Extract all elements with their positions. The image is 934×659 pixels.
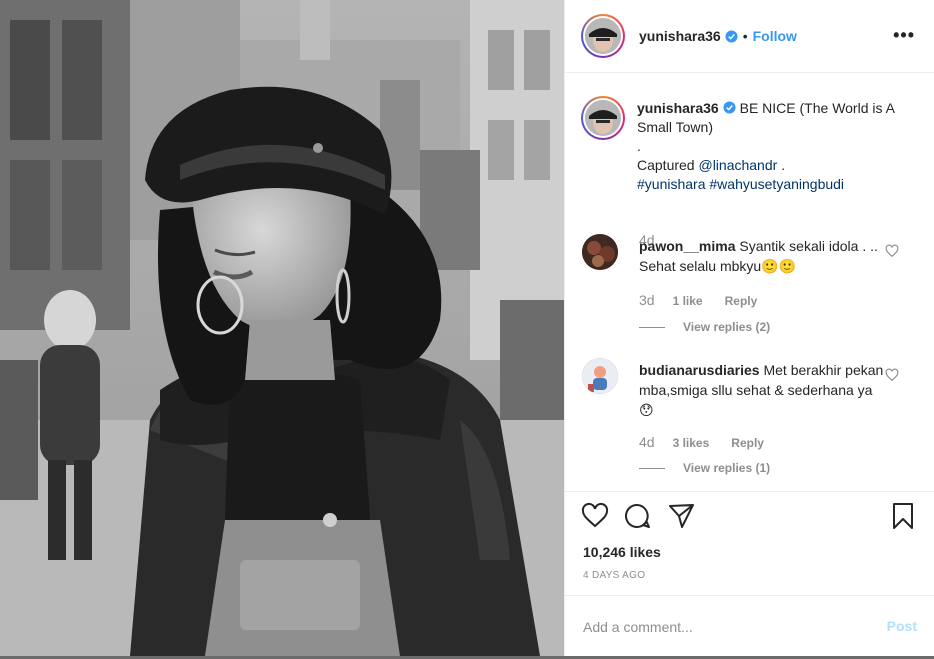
author-username[interactable]: yunishara36: [639, 28, 721, 44]
view-replies-label: View replies (1): [683, 461, 771, 475]
comment-text-block: budianarusdiaries Met berakhir pekan mba…: [639, 360, 887, 420]
comment-time[interactable]: 4d: [639, 434, 655, 450]
comment-likes[interactable]: 1 like: [673, 294, 703, 308]
comment-username[interactable]: pawon__mima: [639, 238, 735, 254]
comment-avatar[interactable]: [582, 358, 618, 394]
hashtag-link[interactable]: #yunishara: [637, 176, 706, 192]
view-replies-label: View replies (2): [683, 320, 771, 334]
caption-line2: .: [637, 138, 641, 154]
instagram-post: yunishara36 • Follow ••• yunishara36 BE …: [0, 0, 934, 659]
verified-badge-icon: [725, 29, 738, 43]
comment-like-heart-icon[interactable]: [885, 368, 899, 382]
comment-icon[interactable]: [623, 502, 651, 530]
comment-meta: 4d 3 likes Reply: [639, 434, 764, 450]
heart-icon[interactable]: [581, 502, 609, 530]
action-bar: [581, 502, 921, 534]
post-photo-image: [0, 0, 564, 656]
post-photo[interactable]: [0, 0, 564, 656]
divider-line: [639, 467, 665, 469]
verified-badge-icon: [723, 101, 736, 114]
bookmark-icon[interactable]: [889, 502, 917, 530]
share-icon[interactable]: [667, 502, 695, 530]
follow-button[interactable]: Follow: [753, 28, 797, 44]
comment-avatar[interactable]: [582, 234, 618, 270]
reply-button[interactable]: Reply: [731, 436, 764, 450]
caption-text: yunishara36 BE NICE (The World is A Smal…: [637, 99, 917, 194]
reply-button[interactable]: Reply: [725, 294, 758, 308]
caption-avatar-image: [585, 100, 621, 136]
post-sidebar: yunishara36 • Follow ••• yunishara36 BE …: [564, 0, 934, 656]
caption-captured-suffix: .: [781, 157, 786, 173]
comment-meta: 3d 1 like Reply: [639, 292, 757, 308]
comment-like-heart-icon[interactable]: [885, 244, 899, 258]
author-avatar[interactable]: [581, 14, 625, 58]
hashtag-link[interactable]: #wahyusetyaningbudi: [709, 176, 844, 192]
more-options-icon[interactable]: •••: [893, 26, 915, 44]
comment-likes[interactable]: 3 likes: [673, 436, 710, 450]
post-comment-button[interactable]: Post: [887, 618, 917, 634]
author-avatar-image: [585, 18, 621, 54]
divider-line: [639, 326, 665, 328]
comment-username[interactable]: budianarusdiaries: [639, 362, 760, 378]
post-actions: 10,246 likes 4 DAYS AGO: [565, 491, 934, 581]
comment-composer: Post: [565, 595, 934, 656]
post-header: yunishara36 • Follow •••: [565, 0, 934, 73]
comment-time[interactable]: 3d: [639, 292, 655, 308]
likes-count[interactable]: 10,246 likes: [583, 544, 661, 560]
caption-mention-link[interactable]: @linachandr: [698, 157, 777, 173]
header-separator: •: [742, 28, 748, 44]
post-date[interactable]: 4 DAYS AGO: [583, 570, 645, 581]
comment-text-block: pawon__mima Syantik sekali idola . .. Se…: [639, 236, 887, 276]
view-replies-button[interactable]: View replies (2): [639, 320, 770, 334]
comments-list[interactable]: yunishara36 BE NICE (The World is A Smal…: [565, 74, 934, 490]
caption-username[interactable]: yunishara36: [637, 100, 719, 116]
caption-captured-prefix: Captured: [637, 157, 695, 173]
comment-input[interactable]: [583, 616, 863, 638]
caption-avatar[interactable]: [581, 96, 625, 140]
view-replies-button[interactable]: View replies (1): [639, 461, 770, 475]
